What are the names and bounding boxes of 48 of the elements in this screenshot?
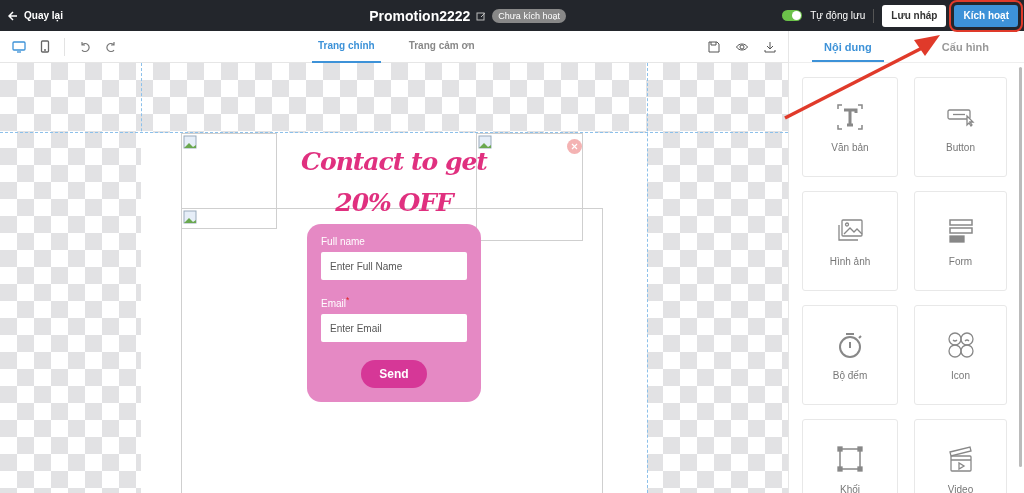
send-button[interactable]: Send bbox=[361, 360, 427, 389]
autosave-label: Tự động lưu bbox=[810, 8, 875, 23]
status-badge: Chưa kích hoạt bbox=[492, 8, 566, 23]
panel-tab[interactable]: Nội dung bbox=[812, 39, 884, 62]
element-tile[interactable]: Form bbox=[914, 191, 1007, 291]
edit-icon bbox=[476, 10, 487, 21]
scrollbar[interactable] bbox=[1019, 67, 1022, 467]
field-label: Email$^{*}$ bbox=[321, 295, 351, 310]
autosave-toggle[interactable] bbox=[782, 10, 803, 21]
tile-label: Form bbox=[948, 255, 973, 267]
promotion-title: Promotion2222 bbox=[369, 7, 471, 24]
save-draft-button[interactable]: Lưu nháp bbox=[882, 4, 947, 27]
element-tile[interactable]: Bộ đếm bbox=[802, 305, 898, 405]
tile-label: Khối bbox=[840, 483, 860, 493]
page-tab[interactable]: Trang cảm ơn bbox=[402, 30, 481, 63]
tile-label: Bộ đếm bbox=[832, 369, 868, 381]
broken-image-icon bbox=[183, 135, 197, 149]
element-tile[interactable]: Button bbox=[914, 77, 1007, 177]
input-field[interactable]: Enter Email bbox=[321, 314, 467, 343]
popup-title: Contact to get 20% OFF bbox=[301, 146, 487, 219]
broken-image-icon bbox=[183, 210, 197, 224]
element-tile[interactable]: Icon bbox=[914, 305, 1007, 405]
broken-image-icon bbox=[478, 135, 492, 149]
panel-tab[interactable]: Cấu hình bbox=[929, 39, 1001, 62]
eye-icon[interactable] bbox=[736, 40, 748, 53]
tile-label: Button bbox=[946, 141, 975, 153]
element-tile[interactable]: Video bbox=[914, 419, 1007, 493]
element-tile[interactable]: Khối bbox=[802, 419, 898, 493]
save-icon[interactable] bbox=[708, 40, 720, 53]
element-tile[interactable]: Hình ảnh bbox=[802, 191, 898, 291]
left-arrow-icon bbox=[8, 10, 18, 21]
download-icon[interactable] bbox=[764, 40, 776, 53]
emoji-icon bbox=[945, 329, 976, 360]
field-label: Full name bbox=[321, 236, 366, 247]
tile-label: Văn bản bbox=[831, 141, 869, 153]
tile-label: Hình ảnh bbox=[829, 255, 871, 267]
phone-icon[interactable] bbox=[40, 40, 50, 53]
text-icon bbox=[835, 101, 865, 132]
back-button[interactable]: Quay lại bbox=[8, 10, 63, 21]
undo-icon[interactable] bbox=[79, 40, 91, 53]
tile-label: Video bbox=[947, 483, 974, 493]
element-tile[interactable]: Văn bản bbox=[802, 77, 898, 177]
square-frame-icon bbox=[835, 443, 865, 474]
input-field[interactable]: Enter Full Name bbox=[321, 252, 467, 280]
desktop-icon[interactable] bbox=[12, 40, 26, 53]
close-icon bbox=[571, 143, 578, 150]
redo-icon[interactable] bbox=[105, 40, 117, 53]
tile-label: Icon bbox=[951, 369, 970, 381]
